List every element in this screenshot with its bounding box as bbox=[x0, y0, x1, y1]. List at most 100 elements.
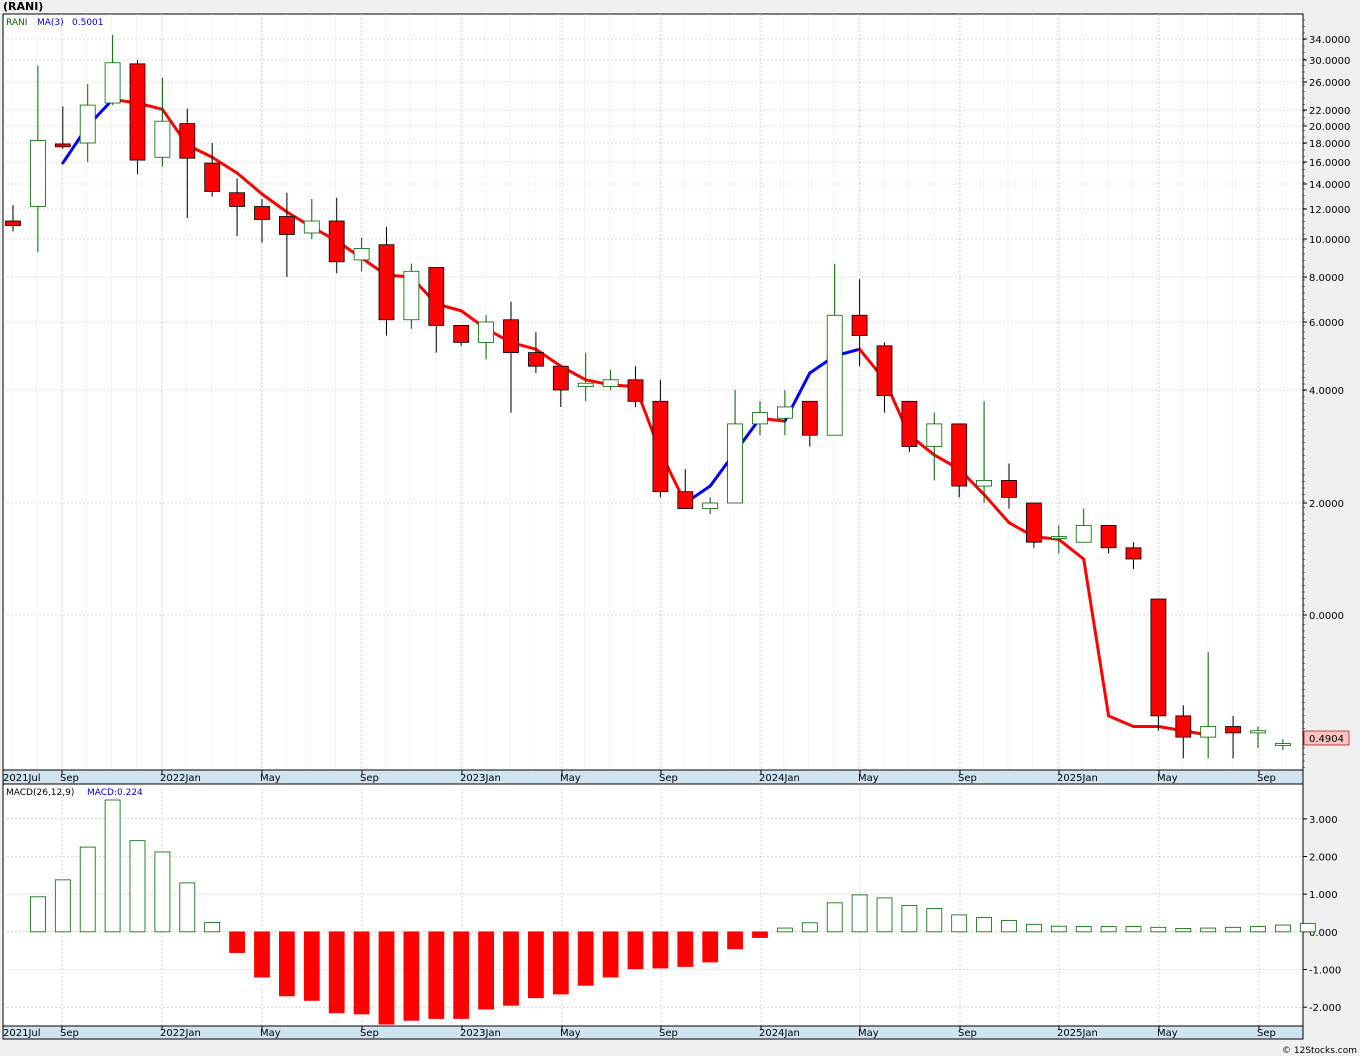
macd-bar bbox=[278, 931, 295, 997]
candle-body bbox=[652, 400, 669, 493]
macd-bar bbox=[1200, 927, 1217, 933]
x-tick-label: Sep bbox=[1257, 1028, 1276, 1039]
x-tick-label: 2025Jan bbox=[1057, 1028, 1098, 1039]
site-credit: © 12Stocks.com bbox=[1282, 1046, 1357, 1056]
x-tick-label: 2022Jan bbox=[160, 1028, 201, 1039]
x-tick-label: May bbox=[858, 1028, 879, 1039]
candle-body bbox=[303, 220, 320, 234]
x-tick-label: Sep bbox=[659, 1028, 678, 1039]
candle-body bbox=[727, 423, 743, 504]
macd-bar bbox=[1150, 926, 1167, 933]
candle-body bbox=[1250, 730, 1266, 734]
price-legend-ma-value: 0.5001 bbox=[72, 18, 104, 28]
candle-body bbox=[1275, 743, 1291, 747]
candle-body bbox=[353, 248, 370, 261]
macd-bar bbox=[54, 879, 71, 933]
price-tick-label: 4.0000 bbox=[1309, 386, 1344, 397]
macd-tick-label: -2.000 bbox=[1309, 1003, 1341, 1014]
price-legend-ma: MA(3) bbox=[37, 18, 64, 28]
candle bbox=[901, 400, 918, 453]
candle-body bbox=[1050, 536, 1067, 539]
macd-bar bbox=[727, 931, 743, 950]
macd-bar bbox=[1275, 924, 1291, 933]
macd-bar bbox=[1100, 926, 1117, 933]
price-tick-label: 16.0000 bbox=[1309, 158, 1350, 169]
macd-bar bbox=[826, 902, 843, 933]
price-y-axis: 34.0000 30.0000 26.0000 22.0000 20.0000 18.00… bbox=[1303, 19, 1350, 768]
x-tick-label: May bbox=[858, 773, 879, 784]
chart-canvas: 34.0000 30.0000 26.0000 22.0000 20.0000 18.00… bbox=[2, 13, 1350, 1040]
macd-bar bbox=[627, 931, 644, 970]
x-tick-label: 2024Jan bbox=[759, 1028, 800, 1039]
price-tick-label: 0.0000 bbox=[1309, 611, 1344, 622]
x-tick-label: Sep bbox=[958, 773, 977, 784]
x-tick-label: 2025Jan bbox=[1057, 773, 1098, 784]
candle-body bbox=[901, 400, 918, 447]
macd-bar bbox=[129, 840, 146, 933]
x-tick-label: Sep bbox=[360, 1028, 379, 1039]
macd-bar bbox=[1050, 925, 1067, 933]
candle-body bbox=[1175, 715, 1192, 738]
candle-body bbox=[602, 379, 619, 387]
macd-bar bbox=[1299, 923, 1316, 933]
candle-body bbox=[777, 406, 793, 419]
price-tick-label: 8.0000 bbox=[1309, 273, 1344, 284]
candle bbox=[1026, 502, 1042, 548]
macd-bar bbox=[1125, 926, 1142, 933]
macd-tick-label: -1.000 bbox=[1309, 966, 1341, 977]
x-tick-label: 2021Jul bbox=[3, 773, 41, 784]
candle-body bbox=[254, 206, 270, 220]
price-tick-label: 14.0000 bbox=[1309, 180, 1350, 191]
x-tick-label: May bbox=[560, 773, 581, 784]
last-price-label: 0.4904 bbox=[1309, 734, 1344, 745]
x-tick-label: 2024Jan bbox=[759, 773, 800, 784]
candle-body bbox=[129, 63, 146, 161]
x-tick-label: 2022Jan bbox=[160, 773, 201, 784]
price-tick-label: 22.0000 bbox=[1309, 106, 1350, 117]
macd-bar bbox=[453, 931, 470, 1019]
candle-body bbox=[478, 321, 495, 343]
macd-bar bbox=[353, 931, 370, 1015]
candle-body bbox=[378, 244, 395, 321]
candle-body bbox=[328, 220, 345, 263]
macd-bar bbox=[1026, 923, 1042, 933]
macd-bar bbox=[1075, 926, 1092, 933]
candle-body bbox=[876, 345, 893, 397]
macd-bar bbox=[503, 931, 519, 1006]
candle-body bbox=[702, 502, 719, 509]
candle-body bbox=[79, 104, 96, 144]
macd-bar bbox=[951, 914, 968, 933]
candle-body bbox=[851, 314, 868, 337]
candle-body bbox=[154, 120, 171, 158]
candle-body bbox=[229, 192, 246, 207]
candle-body bbox=[577, 382, 594, 388]
macd-panel bbox=[2, 783, 1304, 1027]
candle-body bbox=[1225, 726, 1241, 734]
macd-bar bbox=[777, 927, 793, 933]
x-tick-label: Sep bbox=[1257, 773, 1276, 784]
candle-body bbox=[278, 216, 295, 235]
macd-bar bbox=[204, 922, 221, 933]
macd-bar bbox=[104, 799, 121, 933]
x-tick-label: May bbox=[260, 773, 281, 784]
x-tick-label: May bbox=[260, 1028, 281, 1039]
macd-bar bbox=[602, 931, 619, 978]
candle-body bbox=[1001, 479, 1017, 498]
x-tick-label: May bbox=[1157, 773, 1178, 784]
candle-body bbox=[976, 479, 992, 487]
candle-body bbox=[1075, 525, 1092, 543]
x-tick-label: May bbox=[560, 1028, 581, 1039]
candle-body bbox=[5, 220, 21, 226]
x-tick-label: May bbox=[1157, 1028, 1178, 1039]
macd-tick-label: 2.000 bbox=[1309, 853, 1338, 864]
price-tick-label: 2.0000 bbox=[1309, 499, 1344, 510]
macd-bar bbox=[702, 931, 719, 963]
candle-body bbox=[428, 267, 445, 326]
price-tick-label: 34.0000 bbox=[1309, 35, 1350, 46]
x-tick-label: Sep bbox=[659, 773, 678, 784]
candle-body bbox=[826, 314, 843, 436]
price-tick-label: 26.0000 bbox=[1309, 78, 1350, 89]
macd-bar bbox=[1001, 920, 1017, 933]
candle-body bbox=[1100, 525, 1117, 549]
candle-body bbox=[104, 62, 121, 104]
